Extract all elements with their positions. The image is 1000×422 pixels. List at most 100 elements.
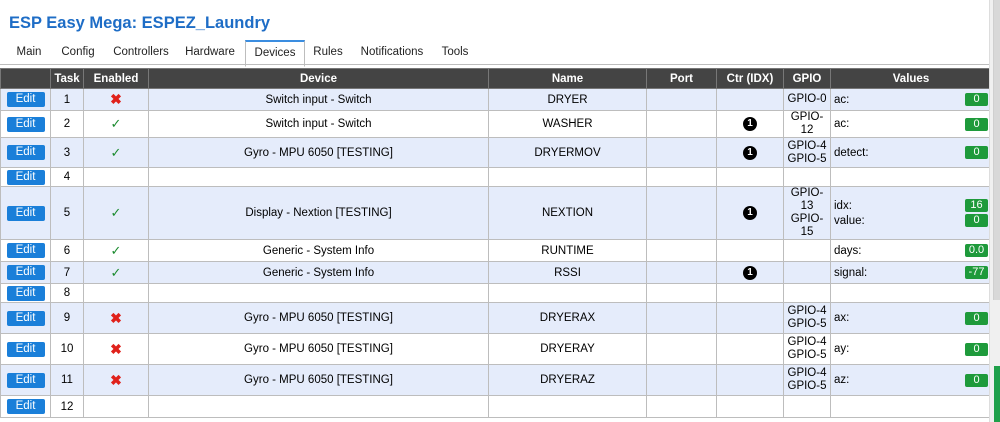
value-entry: az: 0 [834, 373, 988, 388]
tab-controllers[interactable]: Controllers [108, 40, 174, 64]
cell-gpio: GPIO-0 [783, 88, 831, 111]
cell-edit: Edit [0, 88, 51, 111]
value-badge: 0 [965, 342, 988, 356]
cell-values [830, 283, 992, 303]
table-row: Edit 9 ✖ Gyro - MPU 6050 [TESTING] DRYERAX GP… [0, 302, 992, 334]
tab-hardware[interactable]: Hardware [180, 40, 240, 64]
value-badge: 0 [965, 373, 988, 387]
edit-button[interactable]: Edit [6, 341, 45, 357]
checkmark-icon: ✓ [110, 205, 122, 220]
gpio-pin: GPIO-0 [787, 93, 827, 105]
cell-device: Generic - System Info [148, 239, 489, 262]
cell-task: 2 [50, 110, 84, 138]
col-header-device: Device [148, 68, 489, 89]
table-row: Edit 12 [0, 395, 992, 418]
value-badge: 0 [965, 117, 988, 131]
tab-config[interactable]: Config [56, 40, 100, 64]
gpio-pin: GPIO-5 [787, 349, 827, 361]
controller-index-icon: 1 [743, 206, 757, 220]
cell-name: DRYERAX [488, 302, 647, 334]
cell-edit: Edit [0, 364, 51, 396]
cell-task: 7 [50, 261, 84, 284]
cell-edit: Edit [0, 333, 51, 365]
cell-port [646, 186, 717, 240]
value-label: ax: [834, 312, 850, 324]
cell-name: DRYERMOV [488, 137, 647, 168]
table-row: Edit 4 [0, 167, 992, 187]
edit-button[interactable]: Edit [6, 116, 45, 132]
table-row: Edit 11 ✖ Gyro - MPU 6050 [TESTING] DRYERAZ G… [0, 364, 992, 396]
controller-index-icon: 1 [743, 117, 757, 131]
value-entry: ax: 0 [834, 311, 988, 326]
gpio-pin: GPIO-5 [787, 152, 827, 165]
tab-tools[interactable]: Tools [436, 40, 474, 64]
value-entry: idx: 16 [834, 198, 988, 213]
cell-name: RSSI [488, 261, 647, 284]
table-header-row: Task Enabled Device Name Port Ctr (IDX) … [0, 68, 992, 89]
cell-name: DRYERAY [488, 333, 647, 365]
cell-enabled: ✖ [83, 302, 149, 334]
x-mark-icon: ✖ [110, 91, 122, 107]
cell-ctr-idx: 1 [716, 186, 784, 240]
edit-button[interactable]: Edit [6, 92, 45, 107]
value-badge: -77 [965, 266, 988, 279]
cell-enabled: ✓ [83, 186, 149, 240]
cell-values: ac: 0 [830, 88, 992, 111]
controller-index-icon: 1 [743, 265, 757, 280]
col-header-gpio: GPIO [783, 68, 831, 89]
cell-task: 11 [50, 364, 84, 396]
cell-values: idx: 16 value: 0 [830, 186, 992, 240]
edit-button[interactable]: Edit [6, 145, 45, 160]
value-badge: 0 [965, 311, 988, 325]
tab-notifications[interactable]: Notifications [356, 40, 428, 64]
edit-button[interactable]: Edit [6, 205, 45, 221]
cell-enabled [83, 283, 149, 303]
tab-bar: Main Config Controllers Hardware Devices… [0, 40, 1000, 67]
cell-ctr-idx [716, 239, 784, 262]
edit-button[interactable]: Edit [6, 310, 45, 326]
cell-device: Gyro - MPU 6050 [TESTING] [148, 137, 489, 168]
tab-main[interactable]: Main [10, 40, 48, 64]
cell-task: 9 [50, 302, 84, 334]
col-header-values: Values [830, 68, 992, 89]
value-badge: 0 [965, 93, 988, 106]
cell-edit: Edit [0, 167, 51, 187]
cell-edit: Edit [0, 283, 51, 303]
tab-rules[interactable]: Rules [308, 40, 348, 64]
value-label: ay: [834, 343, 850, 355]
edit-button[interactable]: Edit [6, 265, 45, 280]
cell-device: Switch input - Switch [148, 88, 489, 111]
cell-ctr-idx: 1 [716, 261, 784, 284]
edit-button[interactable]: Edit [6, 285, 45, 301]
edit-button[interactable]: Edit [6, 243, 45, 258]
cell-edit: Edit [0, 110, 51, 138]
cell-task: 10 [50, 333, 84, 365]
cell-gpio [783, 261, 831, 284]
gpio-pin: GPIO-5 [787, 318, 827, 330]
side-decoration [994, 366, 1000, 422]
cell-device: Gyro - MPU 6050 [TESTING] [148, 302, 489, 334]
cell-enabled [83, 395, 149, 418]
edit-button[interactable]: Edit [6, 399, 45, 414]
table-row: Edit 10 ✖ Gyro - MPU 6050 [TESTING] DRYERAY G… [0, 333, 992, 365]
edit-button[interactable]: Edit [6, 372, 45, 388]
cell-port [646, 333, 717, 365]
tab-devices[interactable]: Devices [245, 40, 305, 67]
cell-port [646, 302, 717, 334]
cell-values: ax: 0 [830, 302, 992, 334]
table-row: Edit 8 [0, 283, 992, 303]
edit-button[interactable]: Edit [6, 169, 45, 185]
col-header-ctr-idx: Ctr (IDX) [716, 68, 784, 89]
cell-enabled: ✓ [83, 137, 149, 168]
cell-ctr-idx [716, 364, 784, 396]
gpio-pin: GPIO-4 [787, 336, 827, 348]
cell-task: 3 [50, 137, 84, 168]
cell-ctr-idx: 1 [716, 137, 784, 168]
value-label: ac: [834, 93, 850, 106]
col-header-edit [0, 68, 51, 89]
cell-port [646, 110, 717, 138]
gpio-pin: GPIO-15 [790, 213, 824, 238]
cell-values [830, 395, 992, 418]
scrollbar-thumb[interactable] [993, 0, 1000, 300]
gpio-pin: GPIO-5 [787, 380, 827, 392]
